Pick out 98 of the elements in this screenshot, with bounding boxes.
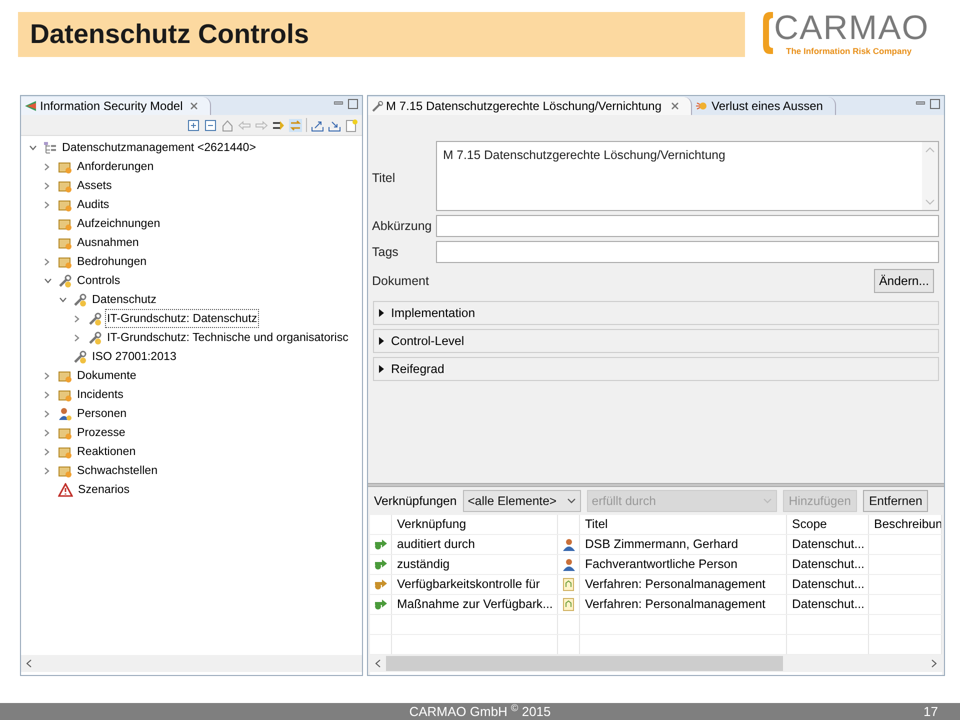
vertical-scrollbar[interactable] — [922, 142, 938, 210]
input-field[interactable] — [436, 241, 939, 263]
table-cell: Datenschut... — [787, 535, 869, 554]
section-label: Implementation — [391, 304, 476, 322]
link-editor-icon[interactable] — [289, 118, 302, 132]
link-action-button[interactable]: Entfernen — [862, 490, 928, 512]
close-icon[interactable] — [670, 102, 679, 110]
table-cell: DSB Zimmermann, Gerhard — [580, 535, 787, 554]
expand-all-icon[interactable] — [187, 118, 200, 132]
column-header[interactable]: Titel — [580, 515, 787, 534]
section-header[interactable]: Reifegrad — [373, 357, 939, 381]
tree-item[interactable]: Assets — [75, 176, 114, 196]
table-cell: Verfahren: Personalmanagement — [580, 575, 787, 594]
tab-label-text: M 7.15 Datenschutzgerechte Löschung/Vernichtung — [386, 98, 662, 115]
tree-item[interactable]: Datenschutzmanagement <2621440> — [60, 138, 258, 158]
tree-item[interactable]: IT-Grundschutz: Datenschutz — [105, 308, 260, 328]
dropdown-caret-icon — [566, 498, 576, 504]
import-icon[interactable] — [328, 118, 341, 132]
tree-item[interactable]: Incidents — [75, 384, 126, 404]
logo-bracket-icon — [761, 10, 773, 56]
table-cell: Datenschut... — [787, 555, 869, 574]
tree-item[interactable]: ISO 27001:2013 — [90, 346, 178, 366]
field-label: Titel — [372, 170, 396, 187]
collapsed-chevron-icon[interactable] — [44, 258, 50, 266]
table-cell: zuständig — [392, 555, 558, 574]
section-label: Reifegrad — [391, 360, 444, 378]
horizontal-scrollbar[interactable] — [21, 655, 362, 672]
expanded-chevron-icon[interactable] — [29, 144, 37, 150]
collapsed-chevron-icon[interactable] — [44, 372, 50, 380]
collapsed-chevron-icon[interactable] — [44, 428, 50, 436]
collapse-all-icon[interactable] — [204, 118, 217, 132]
table-cell: auditiert durch — [392, 535, 558, 554]
section-header[interactable]: Control-Level — [373, 329, 939, 353]
tree-item[interactable]: IT-Grundschutz: Technische und organisatorisc — [105, 328, 350, 348]
editor-tab[interactable]: M 7.15 Datenschutzgerechte Löschung/Vernichtung — [368, 97, 692, 115]
maximize-icon[interactable] — [930, 99, 940, 109]
tree-item[interactable]: Schwachstellen — [75, 460, 160, 480]
collapsed-chevron-icon[interactable] — [44, 162, 50, 170]
collapsed-chevron-icon[interactable] — [74, 334, 80, 342]
collapsed-chevron-icon[interactable] — [44, 182, 50, 190]
page-number: 17 — [924, 702, 938, 720]
close-icon[interactable] — [190, 102, 198, 110]
new-note-icon[interactable] — [345, 118, 358, 132]
collapsed-chevron-icon[interactable] — [44, 448, 50, 456]
tree-item[interactable]: Personen — [75, 404, 129, 424]
table-cell: Fachverantwortliche Person — [580, 555, 787, 574]
change-button[interactable]: Ändern... — [874, 269, 934, 293]
logo-tagline: The Information Risk Company — [785, 46, 913, 57]
collapsed-chevron-icon[interactable] — [44, 390, 50, 398]
tab-label-text: Verlust eines Aussen — [712, 98, 823, 115]
column-header[interactable]: Verknüpfung — [392, 515, 558, 534]
tree-item[interactable]: Dokumente — [75, 366, 138, 386]
table-cell: Verfahren: Personalmanagement — [580, 595, 787, 614]
tree-item[interactable]: Ausnahmen — [75, 232, 141, 252]
tree-item[interactable]: Bedrohungen — [75, 252, 149, 272]
tree-item[interactable]: Aufzeichnungen — [75, 214, 162, 234]
title-text-area[interactable]: M 7.15 Datenschutzgerechte Löschung/Vernichtung — [436, 141, 939, 211]
expanded-chevron-icon[interactable] — [59, 296, 67, 302]
filter-arrows-icon[interactable] — [272, 118, 285, 132]
wrench-icon — [372, 100, 383, 112]
section-header[interactable]: Implementation — [373, 301, 939, 325]
table-cell: Datenschut... — [787, 595, 869, 614]
maximize-icon[interactable] — [348, 99, 358, 109]
home-icon[interactable] — [221, 118, 234, 132]
tab-label-text: Information Security Model — [40, 98, 183, 115]
links-label: Verknüpfungen — [374, 492, 457, 510]
tree-item[interactable]: Prozesse — [75, 422, 128, 442]
section-label: Control-Level — [391, 332, 464, 350]
slide-title: Datenschutz Controls — [18, 12, 745, 57]
table-cell: Datenschut... — [787, 575, 869, 594]
tree-item[interactable]: Szenarios — [76, 480, 132, 500]
field-label: Abkürzung — [372, 218, 433, 235]
export-icon[interactable] — [311, 118, 324, 132]
tree-item[interactable]: Controls — [75, 270, 122, 290]
burst-icon — [696, 100, 709, 112]
horizontal-scrollbar[interactable] — [370, 655, 942, 672]
model-icon — [24, 100, 37, 112]
collapsed-chevron-icon[interactable] — [74, 314, 80, 322]
dropdown-caret-icon — [762, 498, 772, 504]
dropdown[interactable]: <alle Elemente> — [462, 490, 581, 512]
footer-text: CARMAO GmbH $^{©}$ 2015 — [409, 702, 551, 720]
tree-item[interactable]: Audits — [75, 194, 112, 214]
collapsed-chevron-icon[interactable] — [44, 466, 50, 474]
expanded-chevron-icon[interactable] — [44, 278, 52, 284]
editor-tab[interactable]: Verlust eines Aussen — [692, 97, 836, 115]
table-cell: Verfügbarkeitskontrolle für — [392, 575, 558, 594]
view-tab[interactable]: Information Security Model — [21, 97, 211, 115]
logo-name: CARMAO — [774, 10, 930, 46]
input-field[interactable] — [436, 215, 939, 237]
collapsed-chevron-icon[interactable] — [44, 200, 50, 208]
field-label: Tags — [372, 244, 400, 261]
tree-item[interactable]: Reaktionen — [75, 442, 138, 462]
collapsed-chevron-icon[interactable] — [44, 410, 50, 418]
table-cell: Maßnahme zur Verfügbark... — [392, 595, 558, 614]
tree-item[interactable]: Anforderungen — [75, 156, 156, 176]
column-header[interactable]: Scope — [787, 515, 869, 534]
tree-item[interactable]: Datenschutz — [90, 290, 158, 310]
field-label: Dokument — [372, 272, 430, 290]
